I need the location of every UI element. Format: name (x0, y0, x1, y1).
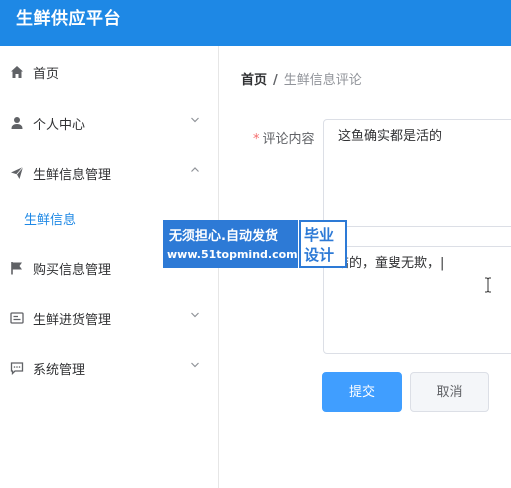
watermark-left: 无须担心.自动发货 www.51topmind.com (163, 220, 298, 268)
reply-textarea-value: 结的，童叟无欺，| (336, 256, 445, 271)
cancel-button[interactable]: 取消 (410, 372, 489, 412)
sidebar-item-label: 生鲜信息管理 (33, 168, 112, 183)
home-icon (11, 66, 23, 78)
watermark-banner: 无须担心.自动发货 www.51topmind.com 毕业 设计 (163, 220, 347, 268)
chevron-down-icon (191, 312, 199, 318)
comment-textarea-value: 这鱼确实都是活的 (338, 129, 443, 144)
watermark-line2: www.51topmind.com (167, 248, 298, 261)
text-cursor-icon (485, 277, 491, 293)
flag-icon (11, 262, 22, 275)
top-header: 生鲜供应平台 (0, 0, 511, 46)
submit-button[interactable]: 提交 (322, 372, 402, 412)
sidebar-item-label: 购买信息管理 (33, 263, 112, 278)
required-mark: * (253, 132, 260, 147)
comment-textarea[interactable]: 这鱼确实都是活的 (323, 119, 511, 227)
sidebar-item-system-management[interactable]: 系统管理 (0, 342, 218, 392)
watermark-badge1: 毕业 (304, 226, 335, 244)
chevron-down-icon (191, 117, 199, 123)
sidebar-item-fresh-info-management[interactable]: 生鲜信息管理 (0, 147, 218, 197)
reply-textarea[interactable]: 结的，童叟无欺，| (323, 246, 511, 354)
breadcrumb-home[interactable]: 首页 (241, 73, 267, 88)
comment-content-label: * 评论内容 (253, 128, 315, 147)
watermark-badge: 毕业 设计 (299, 220, 347, 268)
breadcrumb-separator: / (273, 73, 278, 88)
watermark-line1: 无须担心.自动发货 (169, 229, 278, 244)
chevron-down-icon (191, 362, 199, 368)
sidebar-item-home[interactable]: 首页 (0, 46, 218, 96)
sidebar-item-label: 生鲜信息 (24, 213, 77, 228)
app-title: 生鲜供应平台 (16, 9, 121, 29)
comment-label-text: 评论内容 (262, 132, 315, 147)
sidebar-item-label: 系统管理 (33, 363, 86, 378)
breadcrumb: 首页 / 生鲜信息评论 (241, 69, 362, 88)
sidebar-item-label: 生鲜进货管理 (33, 313, 112, 328)
breadcrumb-current: 生鲜信息评论 (283, 73, 362, 88)
card-icon (10, 312, 24, 324)
watermark-badge2: 设计 (304, 246, 335, 264)
sidebar-item-label: 首页 (33, 67, 60, 82)
sidebar-item-fresh-stock-management[interactable]: 生鲜进货管理 (0, 292, 218, 342)
send-icon (11, 166, 24, 179)
sidebar-item-label: 个人中心 (33, 118, 86, 133)
sidebar-item-personal-center[interactable]: 个人中心 (0, 97, 218, 147)
user-icon (11, 117, 23, 129)
chat-icon (10, 362, 24, 375)
chevron-up-icon (191, 167, 199, 172)
